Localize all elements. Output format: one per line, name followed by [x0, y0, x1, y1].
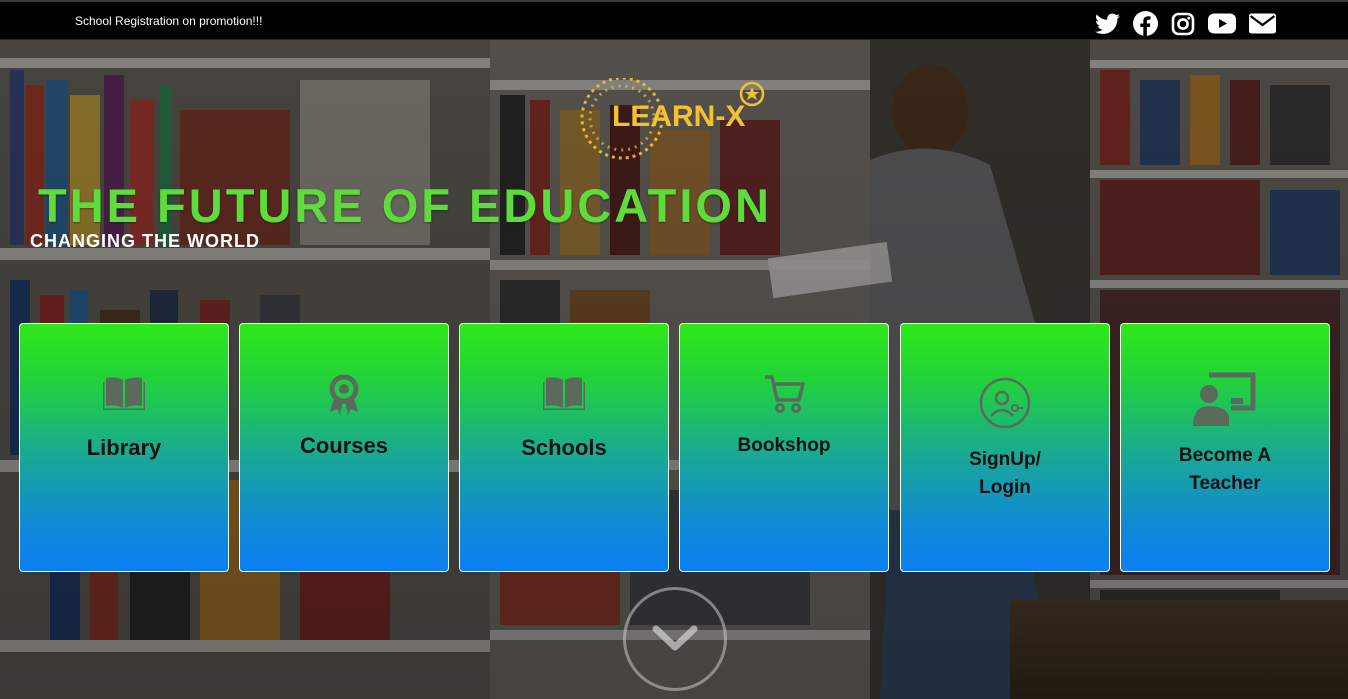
- instagram-icon[interactable]: [1171, 12, 1195, 36]
- card-label-line1: SignUp/: [969, 449, 1041, 470]
- card-schools[interactable]: Schools: [459, 323, 669, 572]
- logo-text: LEARN-X: [612, 100, 745, 133]
- card-bookshop[interactable]: Bookshop: [679, 323, 889, 572]
- learn-x-logo[interactable]: LEARN-X: [576, 76, 776, 178]
- card-label: Library: [86, 435, 162, 460]
- card-label: Bookshop: [737, 435, 831, 456]
- envelope-icon[interactable]: [1249, 13, 1276, 34]
- card-courses[interactable]: Courses: [239, 323, 449, 572]
- card-label-line2: Login: [979, 477, 1031, 498]
- twitter-icon[interactable]: [1095, 13, 1120, 35]
- top-bar: School Registration on promotion!!!: [0, 0, 1348, 40]
- card-become-teacher[interactable]: Become A Teacher: [1120, 323, 1330, 572]
- book-open-icon: [460, 376, 668, 410]
- card-label-line2: Teacher: [1189, 473, 1261, 494]
- card-label: Schools: [521, 435, 607, 460]
- book-open-icon: [20, 376, 228, 410]
- promo-text: School Registration on promotion!!!: [75, 14, 263, 28]
- hero-section: LEARN-X THE FUTURE OF EDUCATION CHANGING…: [0, 40, 1348, 699]
- card-signup-login[interactable]: SignUp/ Login: [900, 323, 1110, 572]
- hero-headline: THE FUTURE OF EDUCATION: [38, 179, 772, 232]
- social-links: [1095, 11, 1276, 36]
- hero-subheadline: CHANGING THE WORLD: [30, 231, 260, 251]
- card-library[interactable]: Library: [19, 323, 229, 572]
- award-icon: [240, 374, 448, 416]
- facebook-icon[interactable]: [1133, 11, 1158, 36]
- card-label: Courses: [299, 433, 389, 458]
- teacher-board-icon: [1121, 372, 1329, 428]
- youtube-icon[interactable]: [1208, 13, 1236, 34]
- user-login-icon: [901, 376, 1109, 430]
- cart-icon: [680, 374, 888, 414]
- chevron-down-icon: [652, 625, 698, 651]
- scroll-down-button[interactable]: [623, 587, 727, 691]
- card-label-line1: Become A: [1178, 445, 1272, 466]
